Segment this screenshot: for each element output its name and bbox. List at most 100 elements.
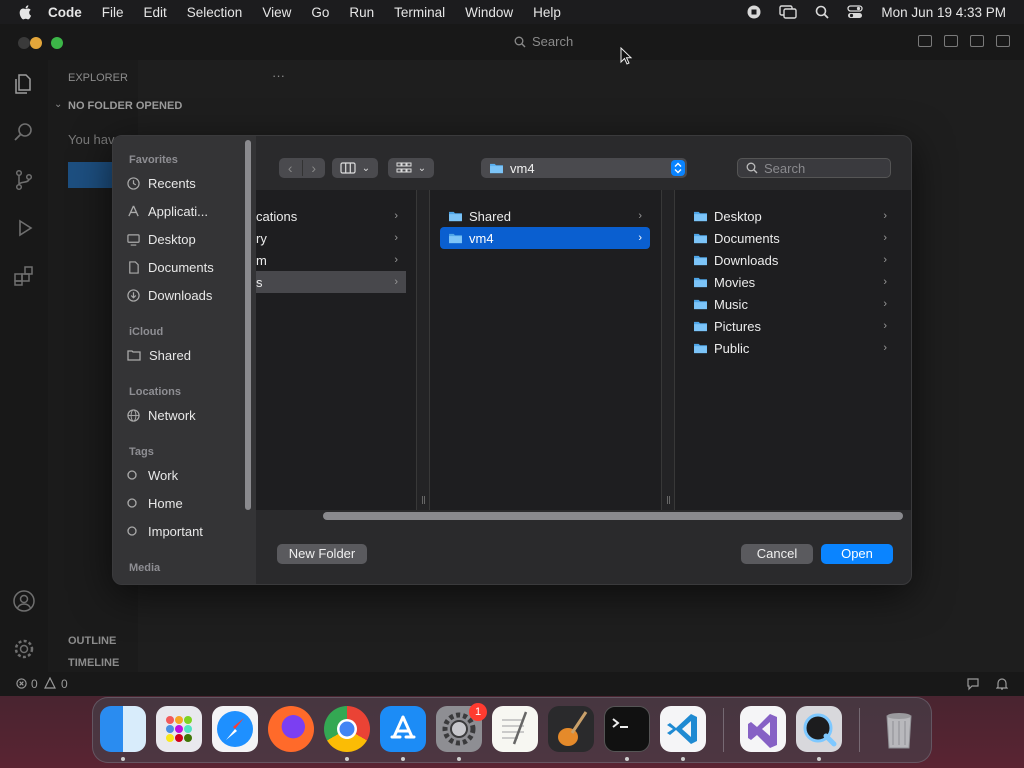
menu-view[interactable]: View <box>262 5 291 20</box>
sidebar-item-downloads[interactable]: Downloads <box>127 283 247 307</box>
spotlight-search-icon[interactable] <box>815 5 830 19</box>
list-item-documents[interactable]: Documents › <box>685 227 895 249</box>
dock-app-store-icon[interactable] <box>380 706 426 752</box>
warning-icon[interactable] <box>44 677 56 689</box>
browser-column-2: Shared › vm4 › <box>430 190 662 510</box>
sidebar-item-documents[interactable]: Documents <box>127 255 247 279</box>
explorer-files-icon[interactable] <box>12 72 36 96</box>
dock-visual-studio-icon[interactable] <box>740 706 786 752</box>
run-debug-icon[interactable] <box>12 216 36 240</box>
search-view-icon[interactable] <box>12 120 36 144</box>
menu-datetime[interactable]: Mon Jun 19 4:33 PM <box>881 5 1006 20</box>
error-icon[interactable] <box>16 678 27 689</box>
view-mode-button[interactable]: ⌄ <box>332 158 378 178</box>
list-item-desktop[interactable]: Desktop › <box>685 205 895 227</box>
list-item-downloads[interactable]: Downloads › <box>685 249 895 271</box>
extensions-icon[interactable] <box>12 264 36 288</box>
list-item-public[interactable]: Public › <box>685 337 895 359</box>
sidebar-item-tag-work[interactable]: Work <box>127 463 247 487</box>
dock-launchpad-icon[interactable] <box>156 706 202 752</box>
outline-section[interactable]: OUTLINE <box>68 635 116 647</box>
apple-icon[interactable] <box>18 4 34 20</box>
dock-textedit-icon[interactable] <box>492 706 538 752</box>
path-popup-button[interactable]: vm4 <box>481 158 687 178</box>
folder-icon <box>694 277 707 288</box>
toggle-primary-sidebar-icon[interactable] <box>918 35 932 47</box>
zoom-window-button[interactable] <box>51 37 63 49</box>
feedback-icon[interactable] <box>966 677 980 691</box>
manage-gear-icon[interactable] <box>12 637 36 661</box>
no-folder-section[interactable]: NO FOLDER OPENED <box>68 100 182 112</box>
group-by-button[interactable]: ⌄ <box>388 158 434 178</box>
list-item-movies[interactable]: Movies › <box>685 271 895 293</box>
sidebar-item-tag-home[interactable]: Home <box>127 491 247 515</box>
menu-file[interactable]: File <box>102 5 124 20</box>
sidebar-item-tag-important[interactable]: Important <box>127 519 247 543</box>
open-folder-button[interactable] <box>68 162 112 188</box>
timeline-section[interactable]: TIMELINE <box>68 657 119 669</box>
list-item-shared[interactable]: Shared › <box>440 205 650 227</box>
new-folder-button[interactable]: New Folder <box>277 544 367 564</box>
menu-go[interactable]: Go <box>311 5 329 20</box>
sidebar-item-desktop[interactable]: Desktop <box>127 227 247 251</box>
back-button[interactable]: ‹ <box>279 160 302 176</box>
column-resize-handle[interactable] <box>416 190 430 510</box>
dock-quicktime-icon[interactable] <box>796 706 842 752</box>
notification-badge: 1 <box>469 703 487 721</box>
sidebar-item-applications[interactable]: Applicati... <box>127 199 247 223</box>
list-item-music[interactable]: Music › <box>685 293 895 315</box>
forward-button[interactable]: › <box>301 160 326 176</box>
dock-terminal-icon[interactable] <box>604 706 650 752</box>
menu-window[interactable]: Window <box>465 5 513 20</box>
dock-firefox-icon[interactable] <box>268 706 314 752</box>
dock-safari-icon[interactable] <box>212 706 258 752</box>
tag-circle-icon <box>127 470 137 480</box>
list-item-pictures[interactable]: Pictures › <box>685 315 895 337</box>
control-center-icon[interactable] <box>847 5 864 19</box>
dock-chrome-icon[interactable] <box>324 706 370 752</box>
screen-record-icon[interactable] <box>747 5 761 19</box>
list-item[interactable]: cations › <box>256 205 406 227</box>
menu-terminal[interactable]: Terminal <box>394 5 445 20</box>
sidebar-item-label: Shared <box>149 347 191 363</box>
menu-run[interactable]: Run <box>349 5 374 20</box>
list-item-vm4-selected[interactable]: vm4 › <box>440 227 650 249</box>
sidebar-scrollbar[interactable] <box>245 140 251 510</box>
toggle-secondary-sidebar-icon[interactable] <box>970 35 984 47</box>
warning-count[interactable]: 0 <box>61 677 68 691</box>
dialog-search-field[interactable]: Search <box>737 158 891 178</box>
column-resize-handle[interactable] <box>661 190 675 510</box>
search-icon <box>746 162 758 174</box>
minimize-window-button[interactable] <box>30 37 42 49</box>
dock-trash-icon[interactable] <box>876 706 922 752</box>
customize-layout-icon[interactable] <box>996 35 1010 47</box>
source-control-icon[interactable] <box>12 168 36 192</box>
sidebar-item-label: Work <box>148 467 179 483</box>
dock-vscode-icon[interactable] <box>660 706 706 752</box>
menu-edit[interactable]: Edit <box>144 5 167 20</box>
toggle-panel-icon[interactable] <box>944 35 958 47</box>
screen-mirroring-icon[interactable] <box>779 5 798 19</box>
search-icon <box>514 36 526 47</box>
menu-app-name[interactable]: Code <box>48 5 82 20</box>
command-center-search[interactable]: Search <box>514 34 573 49</box>
welcome-text: You hav <box>68 132 115 147</box>
dock-finder-icon[interactable] <box>100 706 146 752</box>
explorer-more-icon[interactable]: ··· <box>272 68 285 83</box>
open-button[interactable]: Open <box>821 544 893 564</box>
list-item[interactable]: m › <box>256 249 406 271</box>
dock-garageband-icon[interactable] <box>548 706 594 752</box>
horizontal-scrollbar[interactable] <box>323 512 903 520</box>
menu-help[interactable]: Help <box>533 5 561 20</box>
list-item-selected-inactive[interactable]: s › <box>256 271 406 293</box>
sidebar-item-recents[interactable]: Recents <box>127 171 247 195</box>
accounts-icon[interactable] <box>12 589 36 613</box>
close-window-button[interactable] <box>18 37 30 49</box>
error-count[interactable]: 0 <box>31 677 38 691</box>
menu-selection[interactable]: Selection <box>187 5 243 20</box>
cancel-button[interactable]: Cancel <box>741 544 813 564</box>
sidebar-item-network[interactable]: Network <box>127 403 247 427</box>
sidebar-item-shared[interactable]: Shared <box>127 343 247 367</box>
notifications-bell-icon[interactable] <box>996 677 1008 691</box>
list-item[interactable]: ry › <box>256 227 406 249</box>
